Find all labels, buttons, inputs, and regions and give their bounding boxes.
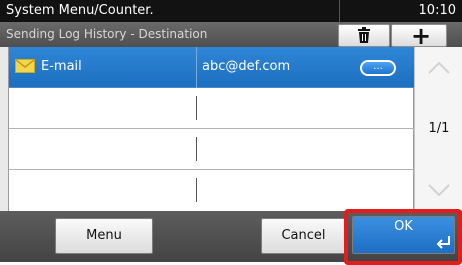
list-row[interactable] — [9, 88, 415, 129]
ok-button[interactable]: OK — [352, 216, 455, 254]
email-icon — [15, 59, 35, 73]
status-divider — [339, 0, 340, 22]
scroll-column: 1/1 — [414, 47, 462, 211]
column-divider — [196, 96, 197, 120]
list-row-selected[interactable]: E-mail abc@def.com ... — [9, 47, 415, 88]
list-row[interactable] — [9, 170, 415, 211]
plus-icon: + — [411, 22, 432, 50]
status-bar: System Menu/Counter. 10:10 — [0, 0, 462, 22]
list-row[interactable] — [9, 129, 415, 170]
ok-label: OK — [394, 219, 413, 234]
scroll-down-button[interactable] — [415, 171, 462, 211]
chevron-up-icon — [428, 61, 450, 74]
destination-list: E-mail abc@def.com ... — [8, 47, 415, 211]
column-divider — [196, 178, 197, 202]
chevron-down-icon — [428, 184, 450, 197]
sub-header-title: Sending Log History - Destination — [6, 27, 208, 41]
enter-icon — [436, 236, 450, 249]
screen-title: System Menu/Counter. — [6, 3, 154, 18]
row-address: abc@def.com — [202, 59, 291, 74]
add-button[interactable]: + — [391, 22, 447, 50]
scroll-up-button[interactable] — [415, 47, 462, 87]
menu-button[interactable]: Menu — [55, 218, 153, 254]
detail-button[interactable]: ... — [360, 60, 396, 76]
trash-icon — [358, 27, 370, 43]
cancel-button[interactable]: Cancel — [261, 218, 346, 254]
delete-button[interactable] — [338, 24, 390, 47]
column-divider — [196, 137, 197, 161]
column-divider — [196, 47, 197, 88]
bottom-bar: Menu Cancel OK — [0, 209, 462, 265]
clock: 10:10 — [418, 3, 456, 18]
row-type-label: E-mail — [41, 59, 82, 74]
page-indicator: 1/1 — [428, 121, 450, 136]
